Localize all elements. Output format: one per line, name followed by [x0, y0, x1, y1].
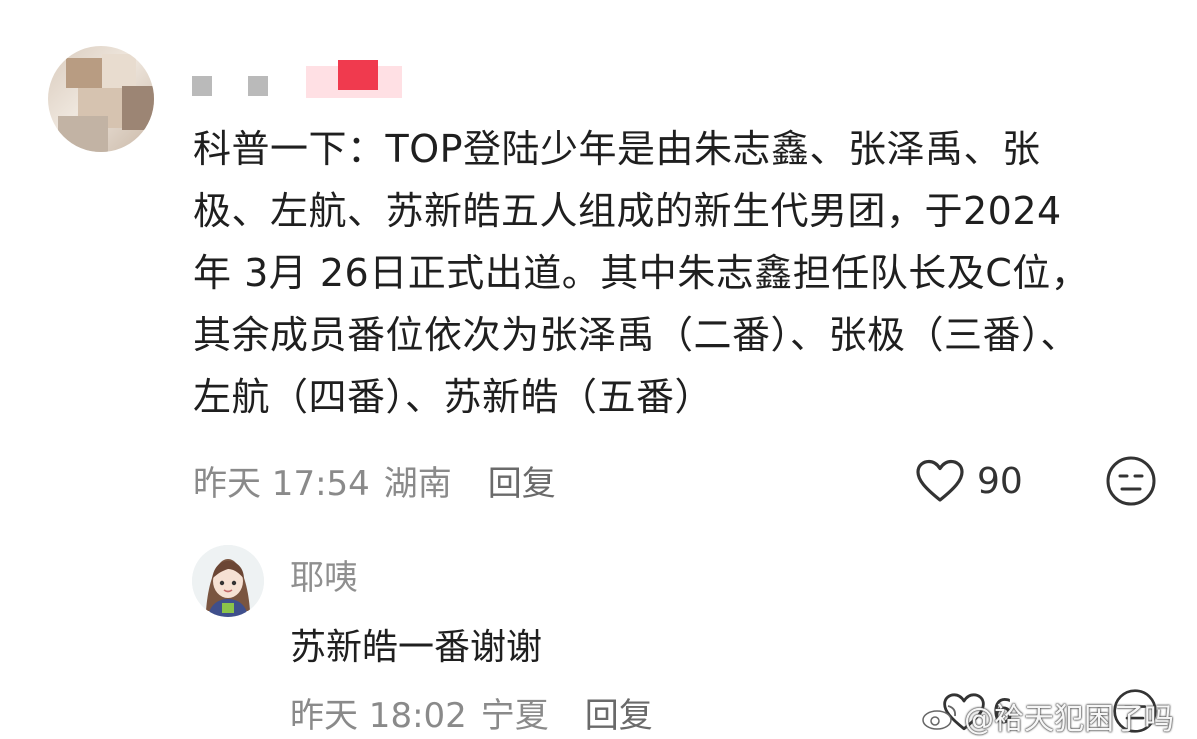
cartoon-girl-avatar-icon — [192, 545, 264, 617]
username-blurred[interactable] — [188, 52, 418, 98]
avatar-pixel — [58, 116, 108, 152]
comment-meta: 昨天 17:54 湖南 回复 — [193, 455, 556, 505]
comment-line: 年 3月 26日正式出道。其中朱志鑫担任队长及C位， — [193, 251, 1090, 295]
watermark: @袷天犯困了吗 — [920, 694, 1174, 738]
avatar-pixel — [66, 58, 102, 88]
like-button[interactable]: 90 — [915, 455, 1023, 507]
reply-button[interactable]: 回复 — [488, 456, 556, 505]
reply-reply-button[interactable]: 回复 — [585, 688, 653, 737]
comment-line: 左航（四番）、苏新皓（五番） — [193, 375, 714, 419]
like-count: 90 — [977, 460, 1023, 502]
comment-time: 昨天 17:54 — [193, 463, 370, 504]
comment-line: 极、左航、苏新皓五人组成的新生代男团，于2024 — [193, 189, 1062, 233]
blur-block — [338, 60, 378, 90]
avatar[interactable] — [48, 46, 154, 152]
comment-location: 湖南 — [383, 463, 452, 504]
reply-username[interactable]: 耶咦 — [290, 550, 358, 599]
comment-text: 科普一下：TOP登陆少年是由朱志鑫、张泽禹、张 极、左航、苏新皓五人组成的新生代… — [193, 118, 1153, 428]
weibo-logo-icon — [922, 705, 957, 730]
heart-outline-icon — [916, 459, 964, 502]
reply-avatar[interactable] — [192, 545, 264, 617]
reply-time: 昨天 18:02 — [290, 695, 467, 736]
reply-text: 苏新皓一番谢谢 — [290, 627, 543, 668]
blur-block — [248, 76, 268, 96]
blur-block — [192, 76, 212, 96]
reply-location: 宁夏 — [480, 695, 549, 736]
comment-line: 其余成员番位依次为张泽禹（二番）、张极（三番）、 — [193, 313, 1080, 357]
avatar-pixel — [122, 86, 154, 130]
emoji-reaction-button[interactable] — [1105, 455, 1157, 507]
avatar-pixel — [102, 54, 136, 88]
comment-line: 科普一下：TOP登陆少年是由朱志鑫、张泽禹、张 — [193, 127, 1041, 171]
watermark-text: @袷天犯困了吗 — [964, 702, 1174, 737]
neutral-face-icon — [1106, 456, 1156, 506]
reply-meta: 昨天 18:02 宁夏 回复 — [290, 688, 653, 736]
